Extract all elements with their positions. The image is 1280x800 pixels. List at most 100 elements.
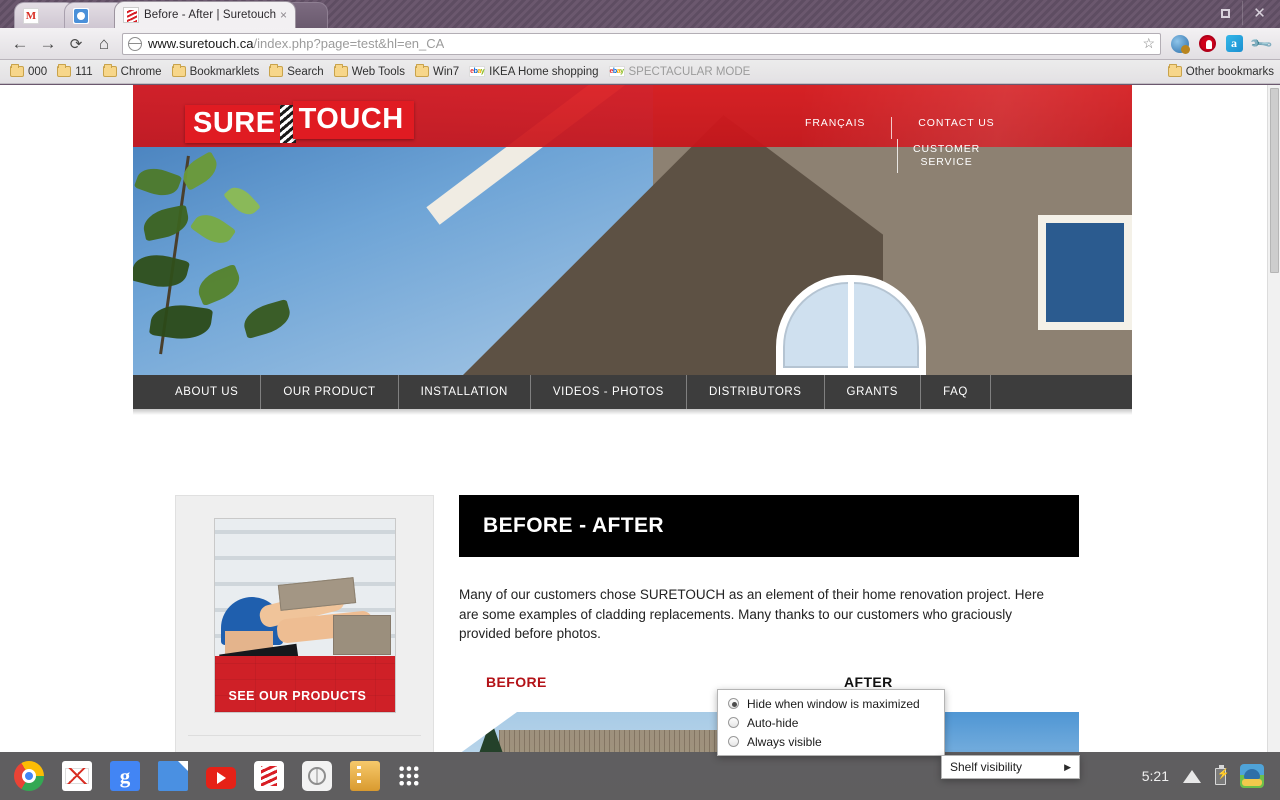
before-label: BEFORE bbox=[486, 673, 547, 690]
bookmark-label: 000 bbox=[28, 65, 48, 78]
hero-section: SURE TOUCH FRANÇAIS CONTACT US CUSTOMER … bbox=[133, 85, 1132, 375]
menu-item-label: Always visible bbox=[747, 734, 822, 749]
person-globe-icon bbox=[1171, 34, 1190, 54]
shelf-visibility-label: Shelf visibility bbox=[950, 760, 1023, 774]
customer-service-divider bbox=[897, 139, 898, 173]
close-icon: ✕ bbox=[1253, 4, 1266, 22]
chrome-menu-button[interactable]: 🔧 bbox=[1248, 31, 1274, 57]
after-label: AFTER bbox=[844, 673, 893, 690]
tab-close-icon[interactable]: × bbox=[280, 8, 287, 22]
page-title: BEFORE - AFTER bbox=[483, 514, 664, 537]
wifi-icon[interactable] bbox=[1183, 769, 1201, 783]
shelf-visibility-menu-item[interactable]: Shelf visibility ▶ bbox=[941, 755, 1080, 779]
extension-alexa-button[interactable]: a bbox=[1221, 31, 1247, 57]
bookmark-label: Win7 bbox=[432, 65, 460, 78]
francais-link[interactable]: FRANÇAIS bbox=[805, 117, 865, 129]
shelf-app-list: g bbox=[14, 752, 420, 800]
folder-icon bbox=[333, 64, 348, 77]
reload-button[interactable]: ⟳ bbox=[62, 30, 90, 58]
header-utility-links: FRANÇAIS CONTACT US CUSTOMER SERVICE bbox=[805, 117, 1125, 173]
menu-item-hide-when-maximized[interactable]: Hide when window is maximized bbox=[718, 694, 944, 713]
youtube-icon[interactable] bbox=[206, 767, 236, 789]
site-logo[interactable]: SURE TOUCH bbox=[185, 101, 414, 143]
tab-suretouch[interactable]: Before - After | Suretouch × bbox=[114, 1, 296, 28]
nav-item-installation[interactable]: INSTALLATION bbox=[399, 375, 531, 409]
clock[interactable]: 5:21 bbox=[1142, 768, 1169, 784]
radio-selected-icon bbox=[728, 698, 739, 709]
bookmark-bookmarklets[interactable]: Bookmarklets bbox=[168, 64, 266, 80]
nav-item-distributors[interactable]: DISTRIBUTORS bbox=[687, 375, 825, 409]
header-links-row: FRANÇAIS CONTACT US bbox=[805, 117, 1125, 139]
bookmark-search[interactable]: Search bbox=[265, 64, 329, 80]
title-bar: Before - After | Suretouch × ✕ bbox=[0, 0, 1280, 28]
app-launcher-icon[interactable] bbox=[398, 765, 420, 787]
contact-us-link[interactable]: CONTACT US bbox=[918, 117, 994, 129]
suretouch-favicon-icon bbox=[123, 7, 139, 23]
nav-item-videos-photos[interactable]: VIDEOS - PHOTOS bbox=[531, 375, 687, 409]
bookmark-win7[interactable]: Win7 bbox=[411, 64, 465, 80]
back-button[interactable]: ← bbox=[6, 30, 34, 58]
maximize-icon bbox=[1220, 8, 1230, 18]
bookmark-star-icon[interactable]: ☆ bbox=[1142, 35, 1155, 52]
gmail-favicon-icon bbox=[23, 7, 39, 24]
extension-person-globe-button[interactable] bbox=[1167, 31, 1193, 57]
window-controls: ✕ bbox=[1208, 0, 1276, 26]
menu-item-auto-hide[interactable]: Auto-hide bbox=[718, 713, 944, 732]
sidebar: SEE OUR PRODUCTS Search bbox=[175, 495, 434, 752]
folder-icon bbox=[57, 64, 72, 77]
other-bookmarks-button[interactable]: Other bookmarks bbox=[1167, 64, 1274, 78]
nav-item-our-product[interactable]: OUR PRODUCT bbox=[261, 375, 399, 409]
bookmark-111[interactable]: 111 bbox=[53, 64, 98, 80]
alexa-a-icon: a bbox=[1225, 35, 1243, 52]
page-scrollbar[interactable] bbox=[1267, 85, 1280, 752]
blue-app-favicon-icon bbox=[73, 7, 89, 24]
customer-service-line-2: SERVICE bbox=[920, 156, 973, 168]
bookmark-label: SPECTACULAR MODE bbox=[628, 65, 751, 78]
bookmark-web-tools[interactable]: Web Tools bbox=[330, 64, 411, 80]
bookmark-spectacular[interactable]: ebay SPECTACULAR MODE bbox=[605, 64, 757, 80]
before-photo[interactable] bbox=[459, 711, 744, 752]
shelf-status-area[interactable]: 5:21 bbox=[1142, 752, 1264, 800]
nav-drop-shadow bbox=[133, 409, 1132, 415]
logo-touch-text: TOUCH bbox=[292, 101, 414, 139]
ebay-icon: ebay bbox=[608, 66, 625, 77]
nav-item-faq[interactable]: FAQ bbox=[921, 375, 991, 409]
notes-icon[interactable] bbox=[350, 761, 380, 791]
promo-see-our-products[interactable]: SEE OUR PRODUCTS bbox=[213, 518, 396, 713]
battery-charging-icon[interactable] bbox=[1215, 765, 1229, 785]
bookmark-000[interactable]: 000 bbox=[6, 64, 53, 80]
bookmark-label: Bookmarklets bbox=[189, 65, 260, 78]
bookmark-ikea[interactable]: ebay IKEA Home shopping bbox=[465, 64, 604, 80]
radio-icon bbox=[728, 736, 739, 747]
web-store-icon[interactable] bbox=[302, 761, 332, 791]
menu-item-always-visible[interactable]: Always visible bbox=[718, 732, 944, 751]
google-search-icon[interactable]: g bbox=[110, 761, 140, 791]
home-button[interactable]: ⌂ bbox=[90, 30, 118, 58]
customer-service-link[interactable]: CUSTOMER SERVICE bbox=[913, 143, 980, 169]
nav-item-grants[interactable]: GRANTS bbox=[825, 375, 922, 409]
google-docs-icon[interactable] bbox=[158, 761, 188, 791]
folder-icon bbox=[102, 64, 117, 77]
bookmark-label: Web Tools bbox=[351, 65, 405, 78]
maximize-restore-button[interactable] bbox=[1208, 1, 1242, 25]
folder-icon bbox=[269, 64, 284, 77]
avatar[interactable] bbox=[1240, 764, 1264, 788]
browser-toolbar: ← → ⟳ ⌂ www.suretouch.ca/index.php?page=… bbox=[0, 28, 1280, 60]
bookmark-chrome[interactable]: Chrome bbox=[99, 64, 168, 80]
bookmark-label: Chrome bbox=[120, 65, 162, 78]
gmail-icon[interactable] bbox=[62, 761, 92, 791]
radio-icon bbox=[728, 717, 739, 728]
scrollbar-thumb[interactable] bbox=[1270, 88, 1279, 273]
nav-item-about-us[interactable]: ABOUT US bbox=[133, 375, 262, 409]
forward-button[interactable]: → bbox=[34, 30, 62, 58]
folder-icon bbox=[414, 64, 429, 77]
close-window-button[interactable]: ✕ bbox=[1242, 1, 1276, 25]
bookmark-label: Search bbox=[287, 65, 324, 78]
folder-icon bbox=[10, 64, 24, 77]
url-text: www.suretouch.ca/index.php?page=test&hl=… bbox=[148, 36, 444, 51]
chrome-icon[interactable] bbox=[14, 761, 44, 791]
extension-adblock-button[interactable] bbox=[1194, 31, 1220, 57]
address-bar[interactable]: www.suretouch.ca/index.php?page=test&hl=… bbox=[122, 32, 1161, 55]
bookmarks-bar: 000 111 Chrome Bookmarklets Search Web T… bbox=[0, 60, 1280, 84]
suretouch-app-icon[interactable] bbox=[254, 761, 284, 791]
